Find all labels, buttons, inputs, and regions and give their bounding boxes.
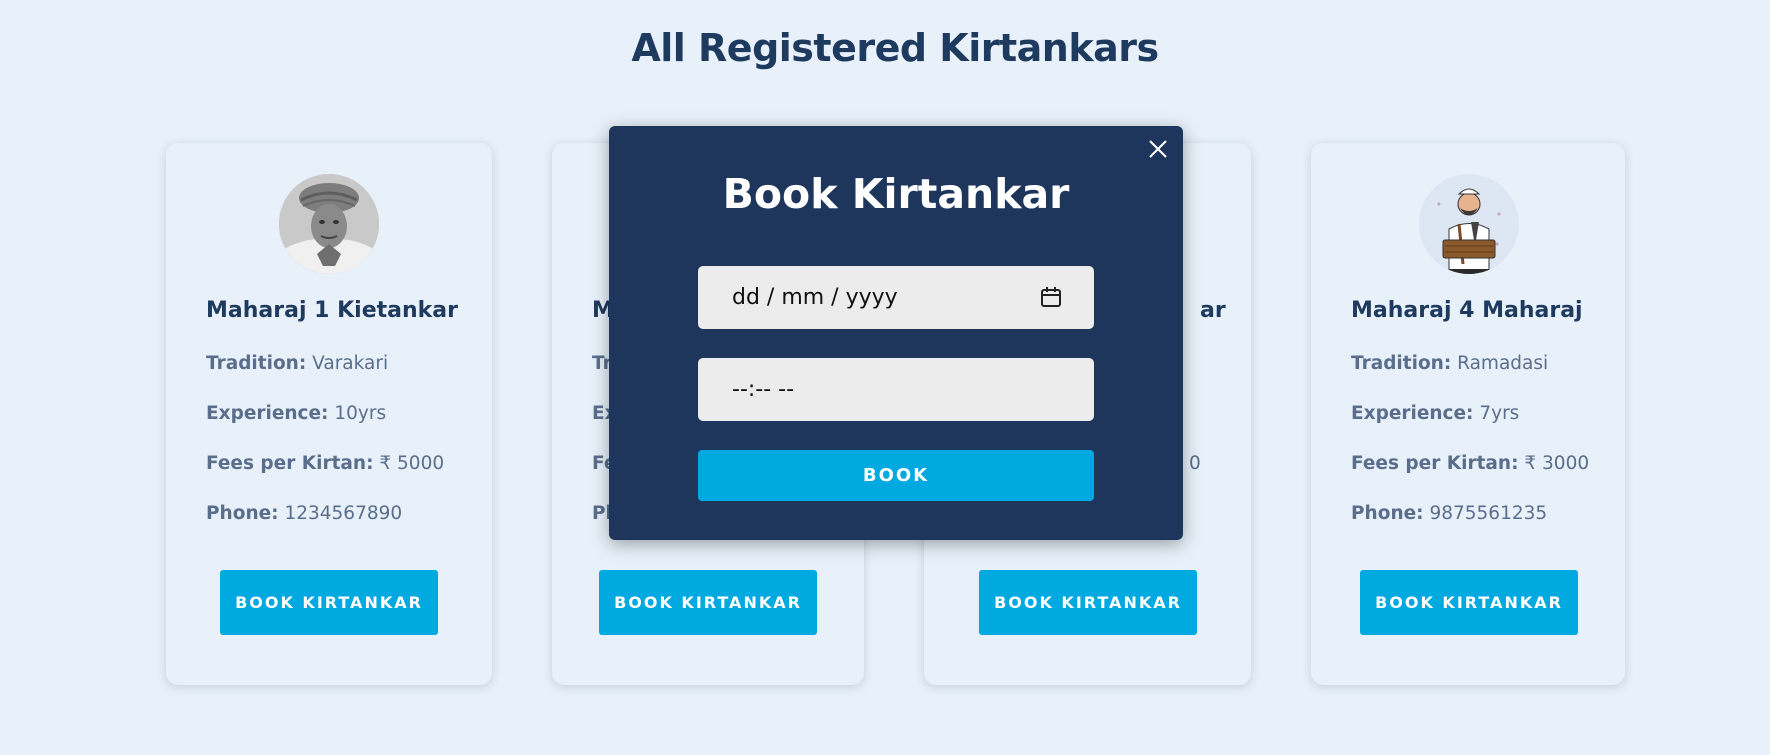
experience-value: 7yrs [1479, 403, 1520, 424]
book-kirtankar-button[interactable]: BOOK KIRTANKAR [599, 570, 817, 635]
fees-label: Fees per Kirtan: [206, 453, 374, 474]
tradition-row: Tradition: Ramadasi [1351, 353, 1617, 374]
calendar-icon[interactable] [1040, 286, 1062, 314]
kirtankar-card: Maharaj 1 Kietankar Tradition: Varakari … [166, 143, 492, 685]
book-kirtankar-button[interactable]: BOOK KIRTANKAR [220, 570, 438, 635]
phone-label: Phone: [206, 503, 279, 524]
phone-label: Phone: [1351, 503, 1424, 524]
kirtankar-name: ar [1200, 298, 1226, 323]
tradition-row: Tradition: Varakari [206, 353, 484, 374]
book-kirtankar-button[interactable]: BOOK KIRTANKAR [979, 570, 1197, 635]
experience-row: Experience: 7yrs [1351, 403, 1617, 424]
kirtankar-name: Maharaj 4 Maharaj [1351, 298, 1583, 323]
fees-row: Fees per Kirtan: ₹ 5000 [206, 453, 484, 474]
page: All Registered Kirtankars Maharaj 1 Kiet… [0, 0, 1770, 755]
phone-value: 9875561235 [1429, 503, 1548, 524]
tradition-value: Varakari [312, 353, 389, 374]
modal-title: Book Kirtankar [722, 170, 1070, 218]
experience-row: Experience: 10yrs [206, 403, 484, 424]
kirtankar-card: Maharaj 4 Maharaj Tradition: Ramadasi Ex… [1311, 143, 1625, 685]
avatar [279, 174, 379, 274]
tradition-label: Tradition: [1351, 353, 1452, 374]
phone-value: 1234567890 [284, 503, 403, 524]
phone-row: Phone: 9875561235 [1351, 503, 1617, 524]
experience-label: Experience: [206, 403, 329, 424]
book-kirtankar-modal: Book Kirtankar dd / mm / yyyy --:-- -- B… [609, 126, 1183, 540]
fees-value: ₹ 3000 [1524, 453, 1590, 474]
date-input[interactable]: dd / mm / yyyy [698, 266, 1094, 329]
tradition-label: Tradition: [206, 353, 307, 374]
date-placeholder: dd / mm / yyyy [732, 285, 898, 310]
phone-row: Phone: 1234567890 [206, 503, 484, 524]
time-placeholder: --:-- -- [732, 377, 795, 402]
tradition-value: Ramadasi [1457, 353, 1549, 374]
experience-label: Experience: [1351, 403, 1474, 424]
avatar [1419, 174, 1519, 274]
fees-label: Fees per Kirtan: [1351, 453, 1519, 474]
kirtankar-name: Maharaj 1 Kietankar [206, 298, 458, 323]
experience-value: 10yrs [334, 403, 387, 424]
fees-value: 0 [1189, 453, 1201, 474]
time-input[interactable]: --:-- -- [698, 358, 1094, 421]
book-kirtankar-button[interactable]: BOOK KIRTANKAR [1360, 570, 1578, 635]
close-icon[interactable] [1145, 136, 1171, 162]
fees-row: Fees per Kirtan: ₹ 3000 [1351, 453, 1617, 474]
fees-value: ₹ 5000 [379, 453, 445, 474]
book-button[interactable]: BOOK [698, 450, 1094, 501]
page-title: All Registered Kirtankars [631, 26, 1159, 70]
